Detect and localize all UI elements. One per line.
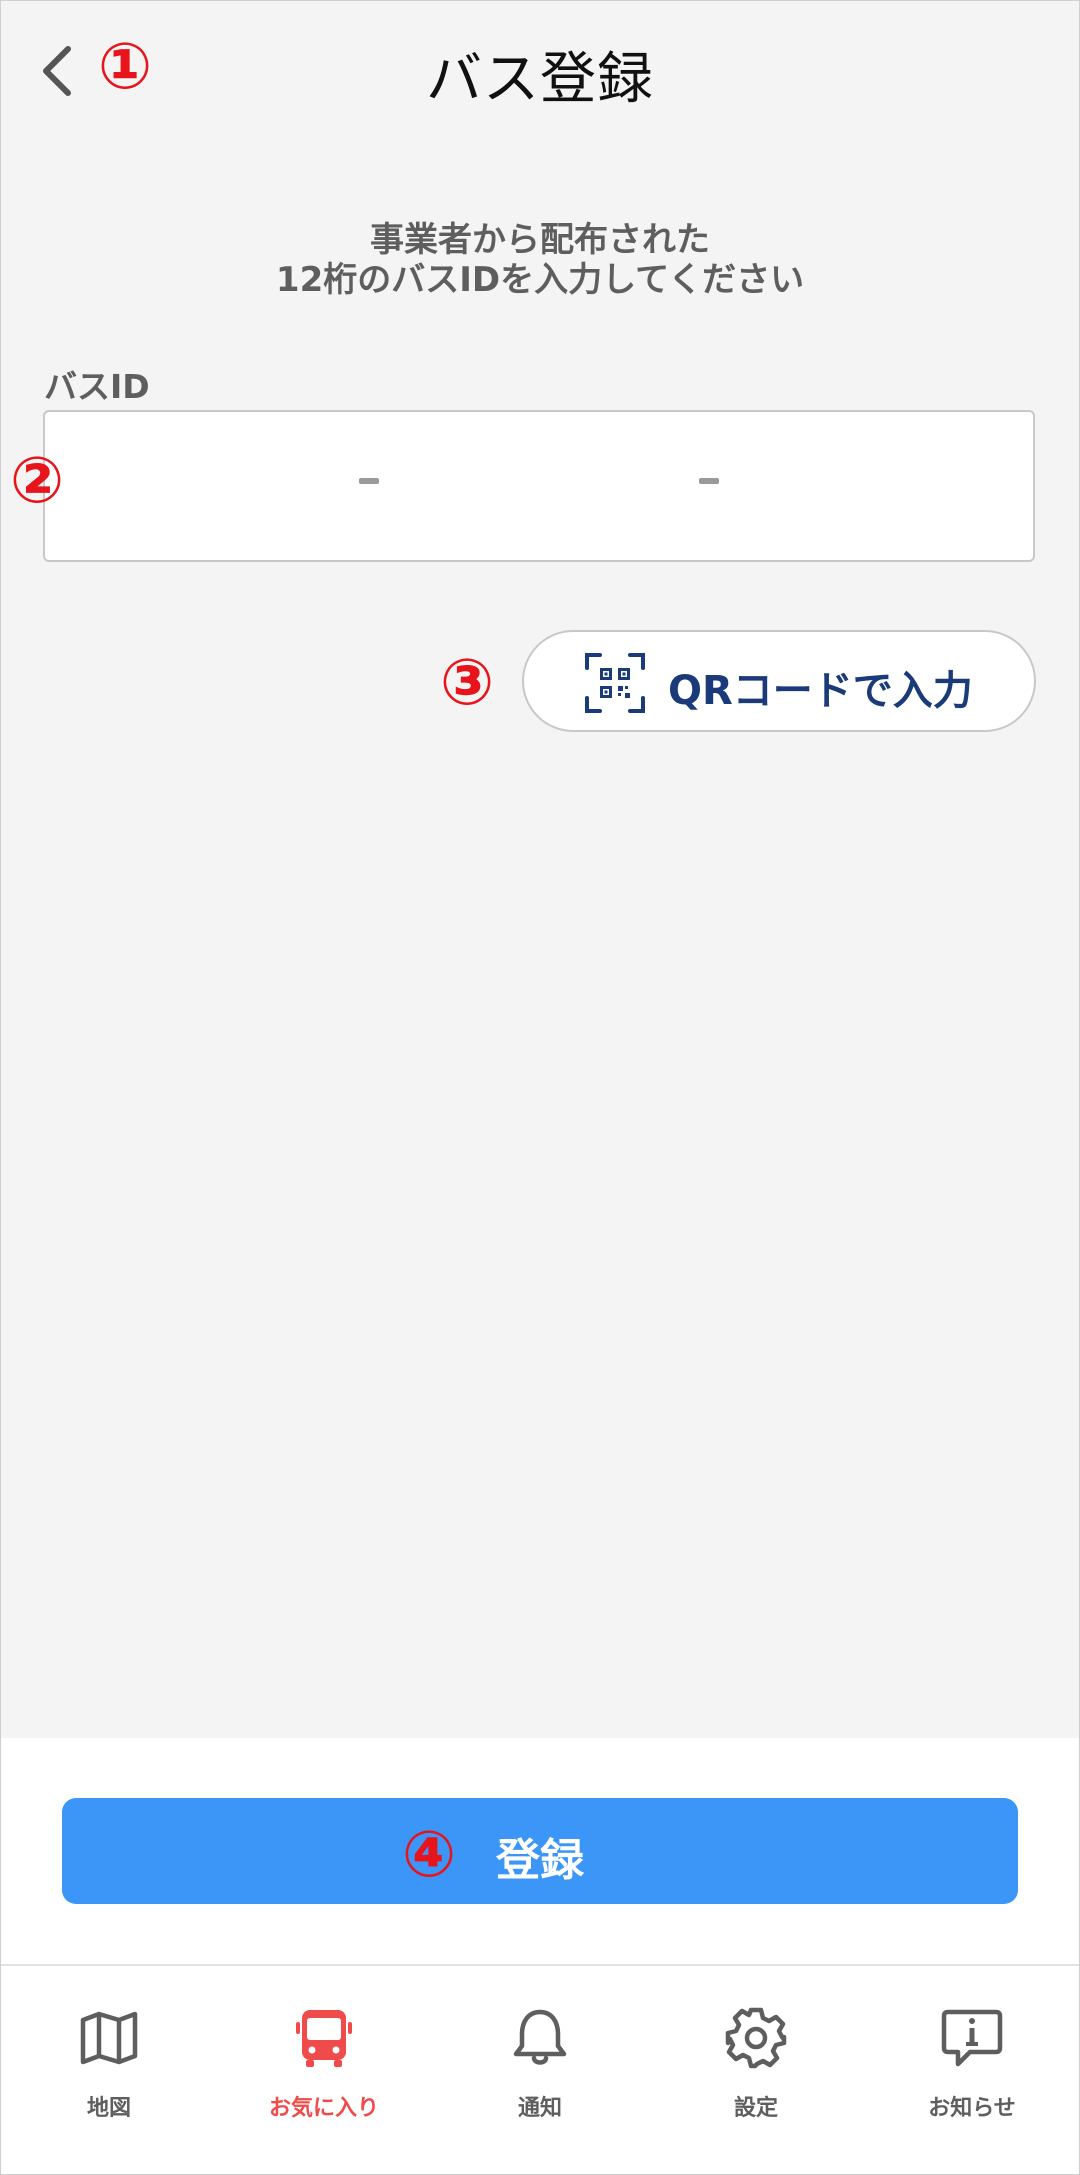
tab-map-label: 地図 [86, 2096, 131, 2121]
page-title: バス登録 [426, 47, 654, 112]
register-button-label: 登録 [496, 1835, 584, 1886]
info-message-icon [941, 2009, 1003, 2067]
bus-id-separator-1 [359, 478, 379, 484]
annotation-marker-4: ④ [402, 1818, 457, 1892]
annotation-marker-1: ① [98, 30, 153, 104]
instruction-line-2: 12桁のバスIDを入力してください [275, 260, 805, 300]
tab-favorites[interactable]: お気に入り [216, 1966, 432, 2174]
tab-notifications[interactable]: 通知 [432, 1966, 648, 2174]
tab-favorites-label: お気に入り [268, 2096, 379, 2121]
tab-map[interactable]: 地図 [1, 1966, 217, 2174]
register-button[interactable]: 登録 [62, 1798, 1018, 1904]
tab-notifications-label: 通知 [517, 2096, 562, 2121]
bus-id-separator-2 [699, 478, 719, 484]
bus-icon [296, 2010, 352, 2067]
gear-icon [725, 2007, 787, 2069]
instruction-line-1: 事業者から配布された [370, 220, 710, 260]
tab-bar: 地図 お気に入り 通知 設定 お知らせ [1, 1964, 1079, 2174]
bus-id-label: バスID [44, 367, 150, 406]
qr-input-button[interactable]: QRコードで入力 [522, 630, 1036, 732]
annotation-marker-2: ② [10, 444, 65, 518]
qr-button-label: QRコードで入力 [668, 668, 973, 714]
instruction-text: 事業者から配布された 12桁のバスIDを入力してください [0, 220, 1080, 300]
map-icon [80, 2011, 138, 2065]
tab-settings-label: 設定 [733, 2096, 778, 2121]
tab-news-label: お知らせ [928, 2096, 1016, 2121]
annotation-marker-3: ③ [440, 646, 495, 720]
bus-id-input[interactable] [43, 410, 1035, 562]
bell-icon [513, 2009, 567, 2065]
qr-scan-icon [585, 653, 645, 713]
tab-news[interactable]: お知らせ [864, 1966, 1080, 2174]
header: バス登録 [0, 0, 1080, 140]
tab-settings[interactable]: 設定 [648, 1966, 864, 2174]
